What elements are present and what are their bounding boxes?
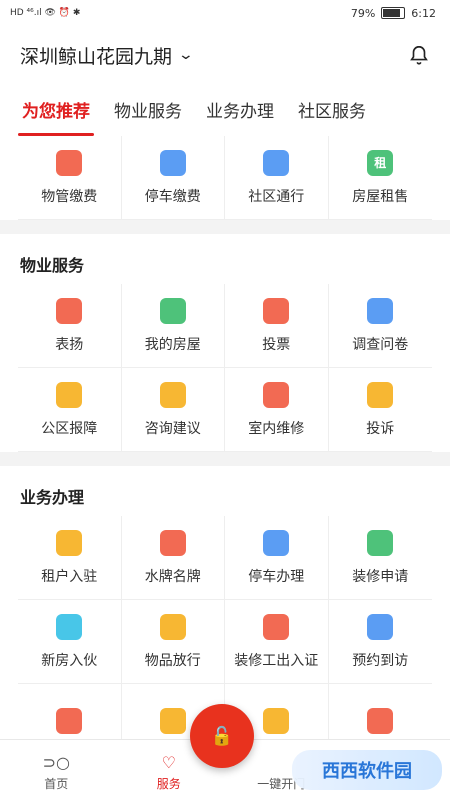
consult-icon (159, 381, 186, 408)
property-section: 物业服务 表扬 我的房屋 投票 调查问卷公区报障 咨询建议 室内维修 投诉 (0, 234, 450, 452)
service-item[interactable]: 租房屋租售 (328, 136, 432, 220)
more-icon-4 (367, 707, 394, 734)
watermark-logo: 西西软件园 (292, 750, 442, 790)
service-item[interactable]: 停车缴费 (121, 136, 225, 220)
praise-icon (56, 297, 83, 324)
report-icon (56, 381, 83, 408)
more-icon-1 (56, 707, 83, 734)
service-label: 装修工出入证 (234, 652, 319, 669)
tenant-icon (56, 529, 83, 556)
app-header: 深圳鲸山花园九期 ⌄ (0, 26, 450, 84)
service-label: 公区报障 (41, 420, 98, 437)
service-label: 水牌名牌 (144, 568, 201, 585)
status-bar: HD ⁴⁶.ıl 👁 ⏰ ✱ 79% 6:12 (0, 0, 450, 26)
service-label: 预约到访 (352, 652, 409, 669)
nav-label: 服务 (156, 777, 181, 791)
decor-icon (367, 529, 394, 556)
service-item[interactable]: 投票 (225, 284, 329, 368)
service-item[interactable]: 公区报障 (18, 368, 122, 452)
tab-1[interactable]: 物业服务 (102, 97, 194, 136)
chevron-down-icon: ⌄ (177, 47, 195, 63)
survey-icon (367, 297, 394, 324)
parking-icon (263, 529, 290, 556)
pass-icon (263, 149, 290, 176)
unlock-fab-button[interactable]: 🔓 (190, 704, 254, 768)
parking-fee-icon (159, 149, 186, 176)
service-heart-icon: ♡ (161, 753, 176, 772)
tab-0[interactable]: 为您推荐 (10, 97, 102, 136)
service-label: 房屋租售 (352, 188, 409, 205)
goods-icon (159, 613, 186, 640)
clock: 6:12 (411, 6, 436, 20)
service-item[interactable]: 新房入伙 (18, 600, 122, 684)
repair-icon (263, 381, 290, 408)
service-item[interactable]: 装修申请 (328, 516, 432, 600)
tab-2[interactable]: 业务办理 (194, 97, 286, 136)
bell-icon[interactable] (408, 44, 430, 66)
section-title-business: 业务办理 (20, 488, 85, 507)
service-label: 物管缴费 (41, 188, 98, 205)
signal-icons: HD ⁴⁶.ıl 👁 ⏰ ✱ (10, 8, 81, 18)
more-icon-2 (159, 707, 186, 734)
service-label: 社区通行 (248, 188, 305, 205)
service-label: 停车办理 (248, 568, 305, 585)
service-item[interactable]: 装修工出入证 (225, 600, 329, 684)
service-item[interactable]: 预约到访 (328, 600, 432, 684)
service-item[interactable]: 社区通行 (225, 136, 329, 220)
home-icon: ⊃○ (42, 753, 70, 772)
rent-icon: 租 (367, 149, 394, 176)
service-label: 新房入伙 (41, 652, 98, 669)
service-label: 调查问卷 (352, 336, 409, 353)
lock-icon: 🔓 (210, 725, 234, 747)
more-icon-3 (263, 707, 290, 734)
battery-percent: 79% (350, 6, 376, 20)
service-label: 投诉 (366, 420, 395, 437)
service-label: 投票 (262, 336, 291, 353)
category-tabs: 为您推荐 物业服务 业务办理 社区服务 (0, 84, 450, 136)
service-label: 物品放行 (144, 652, 201, 669)
service-item[interactable]: 表扬 (18, 284, 122, 368)
worker-pass-icon (263, 613, 290, 640)
service-item[interactable]: 室内维修 (225, 368, 329, 452)
nav-item-0[interactable]: ⊃○ 首页 (0, 753, 113, 800)
complaint-icon (367, 381, 394, 408)
watermark-text: 西西软件园 (322, 761, 412, 782)
fee-icon (56, 149, 83, 176)
service-item[interactable]: 停车办理 (225, 516, 329, 600)
section-title-property: 物业服务 (20, 256, 85, 275)
service-label: 咨询建议 (144, 420, 201, 437)
service-item[interactable]: 我的房屋 (121, 284, 225, 368)
community-name: 深圳鲸山花园九期 (20, 45, 173, 68)
status-left: HD ⁴⁶.ıl 👁 ⏰ ✱ (10, 8, 80, 18)
service-label: 我的房屋 (144, 336, 201, 353)
vote-icon (263, 297, 290, 324)
service-item[interactable]: 物品放行 (121, 600, 225, 684)
quick-services: 物管缴费 停车缴费 社区通行 租房屋租售 (0, 136, 450, 220)
service-item[interactable]: 物管缴费 (18, 136, 122, 220)
service-item[interactable]: 租户入驻 (18, 516, 122, 600)
status-right: 79% 6:12 (351, 7, 436, 20)
service-label: 室内维修 (248, 420, 305, 437)
service-item[interactable]: 咨询建议 (121, 368, 225, 452)
nav-label: 首页 (44, 777, 69, 791)
service-label: 停车缴费 (144, 188, 201, 205)
battery-icon (381, 7, 406, 19)
service-label: 表扬 (55, 336, 84, 353)
sign-icon (159, 529, 186, 556)
service-item[interactable]: 投诉 (328, 368, 432, 452)
service-item[interactable]: 调查问卷 (328, 284, 432, 368)
visit-icon (367, 613, 394, 640)
tab-3[interactable]: 社区服务 (286, 97, 378, 136)
service-item[interactable]: 水牌名牌 (121, 516, 225, 600)
newhouse-icon (56, 613, 83, 640)
community-selector[interactable]: 深圳鲸山花园九期 ⌄ (20, 42, 195, 69)
house-icon (159, 297, 186, 324)
service-label: 租户入驻 (41, 568, 98, 585)
service-label: 装修申请 (352, 568, 409, 585)
